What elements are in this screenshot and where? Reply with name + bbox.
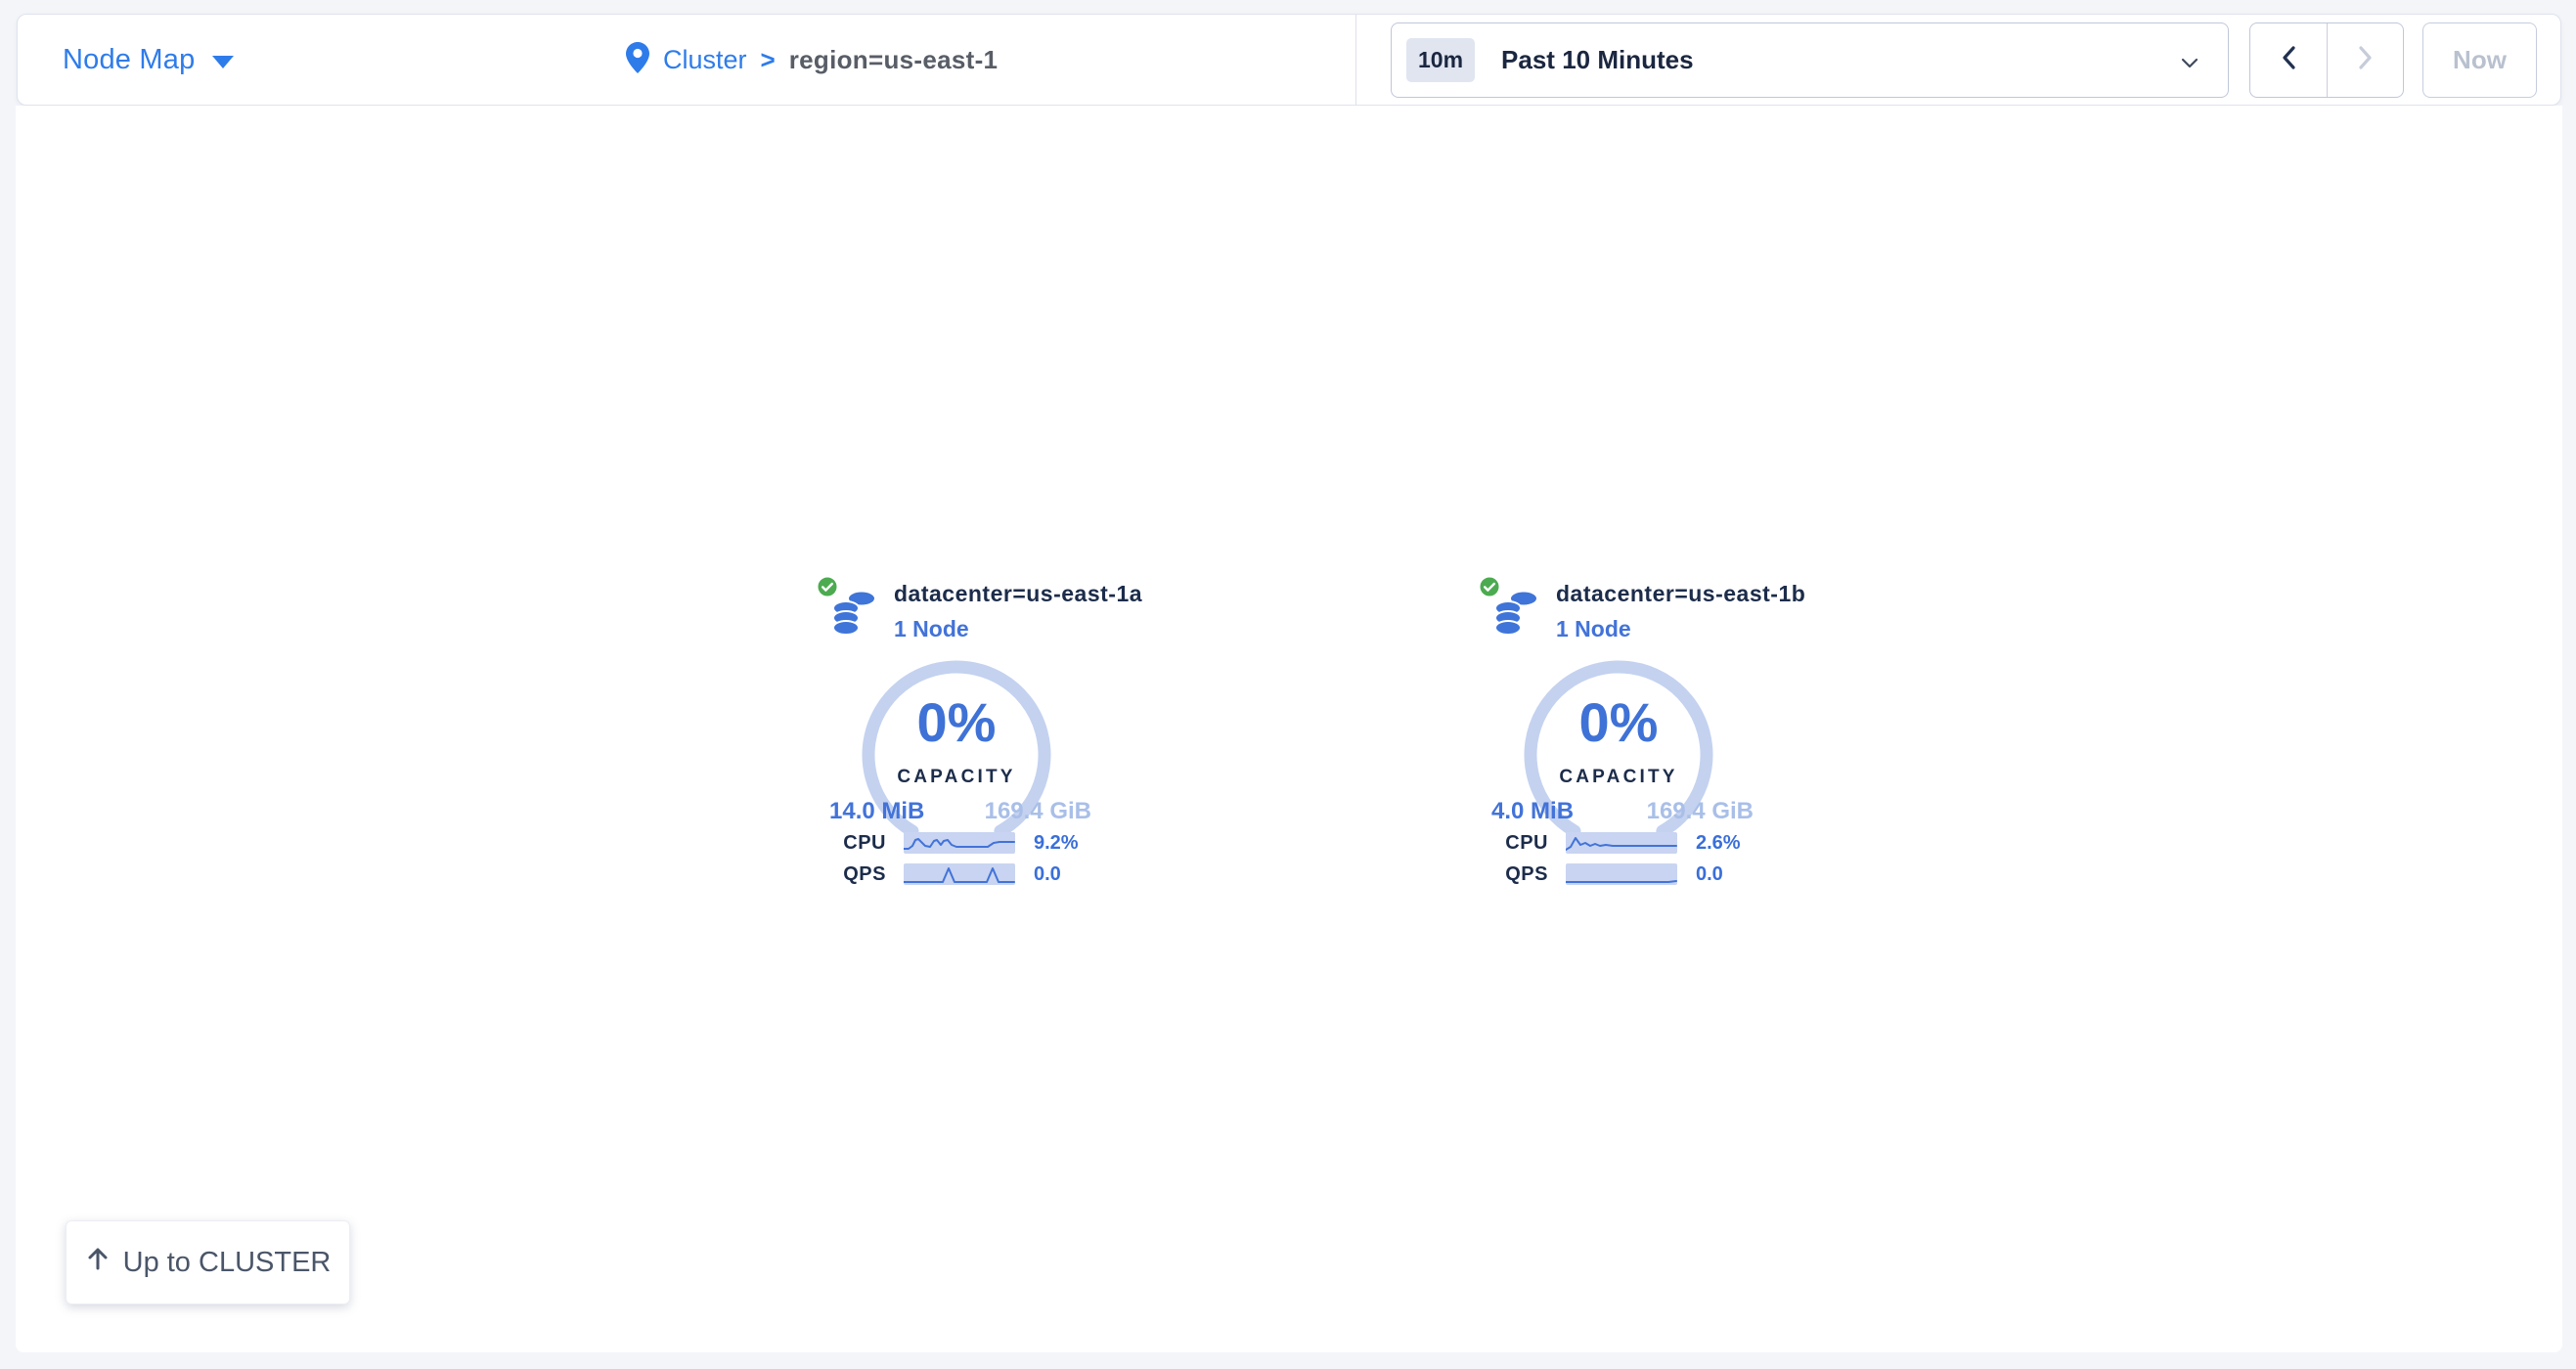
- qps-value: 0.0: [1034, 863, 1061, 886]
- qps-sparkline: [904, 863, 1015, 885]
- cpu-sparkline-path: [1566, 838, 1676, 850]
- cpu-label: CPU: [1462, 832, 1548, 855]
- locality-card-us-east-1a[interactable]: datacenter=us-east-1a 1 Node 0% CAPACITY…: [800, 575, 1113, 898]
- locality-title: datacenter=us-east-1a: [894, 581, 1142, 607]
- cpu-value: 9.2%: [1034, 832, 1079, 855]
- capacity-caption: CAPACITY: [859, 767, 1054, 788]
- arrow-up-icon: [85, 1246, 111, 1279]
- capacity-caption: CAPACITY: [1521, 767, 1716, 788]
- time-range-badge: 10m: [1406, 38, 1475, 82]
- locality-card-us-east-1b[interactable]: datacenter=us-east-1b 1 Node 0% CAPACITY…: [1462, 575, 1775, 898]
- caret-down-icon: [212, 56, 234, 68]
- cpu-metric-row: CPU 9.2%: [800, 831, 1113, 855]
- locality-title: datacenter=us-east-1b: [1556, 581, 1805, 607]
- chevron-right-icon: [2358, 45, 2374, 75]
- capacity-percent: 0%: [859, 690, 1054, 754]
- view-selector-label[interactable]: Node Map: [63, 44, 195, 76]
- cpu-label: CPU: [800, 832, 886, 855]
- qps-sparkline: [1566, 863, 1677, 885]
- capacity-total: 169.4 GiB: [985, 798, 1091, 825]
- qps-metric-row: QPS 0.0: [800, 862, 1113, 886]
- breadcrumb-cluster-link[interactable]: Cluster: [663, 45, 747, 75]
- capacity-percent: 0%: [1521, 690, 1716, 754]
- view-selector-dropdown[interactable]: Node Map: [63, 15, 234, 105]
- locality-node-count: 1 Node: [894, 616, 969, 642]
- qps-label: QPS: [800, 863, 886, 886]
- capacity-used: 14.0 MiB: [829, 798, 924, 825]
- capacity-total: 169.4 GiB: [1647, 798, 1754, 825]
- check-circle-icon: [816, 575, 839, 603]
- qps-label: QPS: [1462, 863, 1548, 886]
- breadcrumb-separator: >: [761, 45, 776, 75]
- qps-sparkline-path: [1566, 881, 1676, 882]
- time-range-dropdown[interactable]: 10m Past 10 Minutes: [1391, 22, 2229, 98]
- locality-node-count: 1 Node: [1556, 616, 1631, 642]
- up-to-cluster-label: Up to CLUSTER: [123, 1247, 332, 1279]
- breadcrumb-current: region=us-east-1: [789, 45, 999, 75]
- capacity-values: 4.0 MiB 169.4 GiB: [1491, 798, 1754, 825]
- chevron-left-icon: [2281, 45, 2296, 75]
- chevron-down-icon: [2181, 56, 2198, 73]
- header-left-section: Node Map Cluster > region=us-east-1: [18, 15, 1355, 105]
- capacity-used: 4.0 MiB: [1491, 798, 1574, 825]
- time-prev-button[interactable]: [2250, 23, 2327, 97]
- up-to-cluster-button[interactable]: Up to CLUSTER: [66, 1220, 350, 1304]
- header-time-section: 10m Past 10 Minutes: [1355, 15, 2560, 105]
- time-next-button[interactable]: [2327, 23, 2403, 97]
- location-pin-icon: [626, 42, 649, 78]
- cpu-metric-row: CPU 2.6%: [1462, 831, 1775, 855]
- capacity-values: 14.0 MiB 169.4 GiB: [829, 798, 1091, 825]
- time-step-buttons: [2249, 22, 2404, 98]
- qps-metric-row: QPS 0.0: [1462, 862, 1775, 886]
- cpu-sparkline: [904, 832, 1015, 854]
- time-range-label: Past 10 Minutes: [1501, 45, 1694, 75]
- cpu-sparkline-path: [904, 839, 1014, 849]
- check-circle-icon: [1478, 575, 1501, 603]
- cpu-sparkline: [1566, 832, 1677, 854]
- node-map-canvas: datacenter=us-east-1a 1 Node 0% CAPACITY…: [16, 106, 2562, 1352]
- breadcrumb: Cluster > region=us-east-1: [626, 15, 998, 105]
- header-bar: Node Map Cluster > region=us-east-1 10m …: [17, 14, 2561, 106]
- node-map-page: Node Map Cluster > region=us-east-1 10m …: [0, 0, 2576, 1369]
- qps-value: 0.0: [1696, 863, 1723, 886]
- cpu-value: 2.6%: [1696, 832, 1741, 855]
- qps-sparkline-path: [904, 868, 1014, 882]
- now-button[interactable]: Now: [2422, 22, 2537, 98]
